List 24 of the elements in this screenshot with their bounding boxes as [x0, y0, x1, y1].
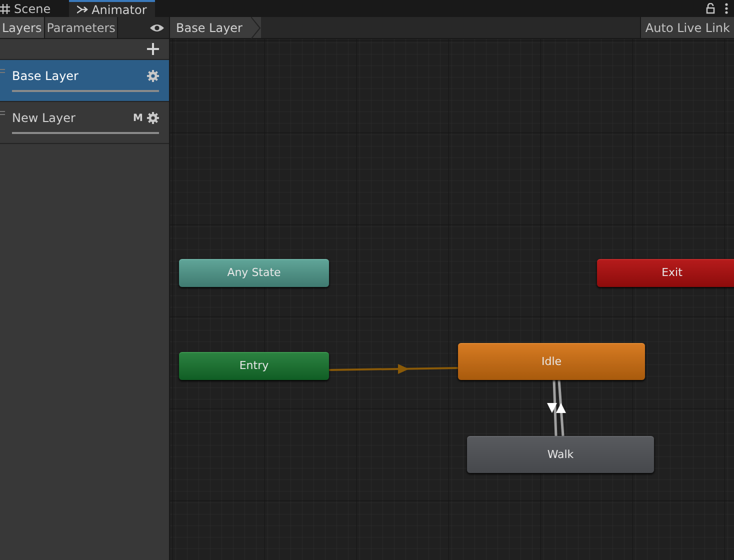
lock-icon[interactable] — [706, 3, 715, 14]
layer-name: New Layer — [12, 110, 76, 127]
layer-item[interactable]: Base Layer — [0, 60, 169, 102]
panel-tab[interactable]: Parameters — [44, 17, 118, 38]
more-options-icon[interactable] — [725, 3, 728, 14]
eye-icon[interactable] — [150, 22, 164, 32]
window-tab[interactable]: Animator — [68, 0, 155, 17]
drag-handle-icon[interactable] — [0, 69, 5, 73]
add-icon[interactable] — [147, 43, 159, 55]
state-node[interactable]: Walk — [467, 436, 654, 473]
branch-arrow-icon — [76, 5, 88, 14]
mask-label: M — [133, 112, 143, 126]
state-node[interactable]: Entry — [179, 352, 329, 380]
state-node[interactable]: Exit — [597, 259, 734, 287]
hash-icon — [0, 4, 10, 14]
transition-arrow[interactable] — [556, 380, 566, 436]
drag-handle-icon[interactable] — [0, 111, 5, 115]
settings-icon[interactable] — [147, 112, 159, 124]
layer-name: Base Layer — [12, 68, 80, 85]
auto-live-link-button[interactable]: Auto Live Link — [640, 17, 734, 38]
settings-icon[interactable] — [147, 70, 159, 82]
breadcrumb-text: Base Layer — [176, 20, 242, 36]
panel-tab[interactable]: Layers — [0, 17, 45, 38]
transition-arrow[interactable] — [547, 380, 558, 436]
